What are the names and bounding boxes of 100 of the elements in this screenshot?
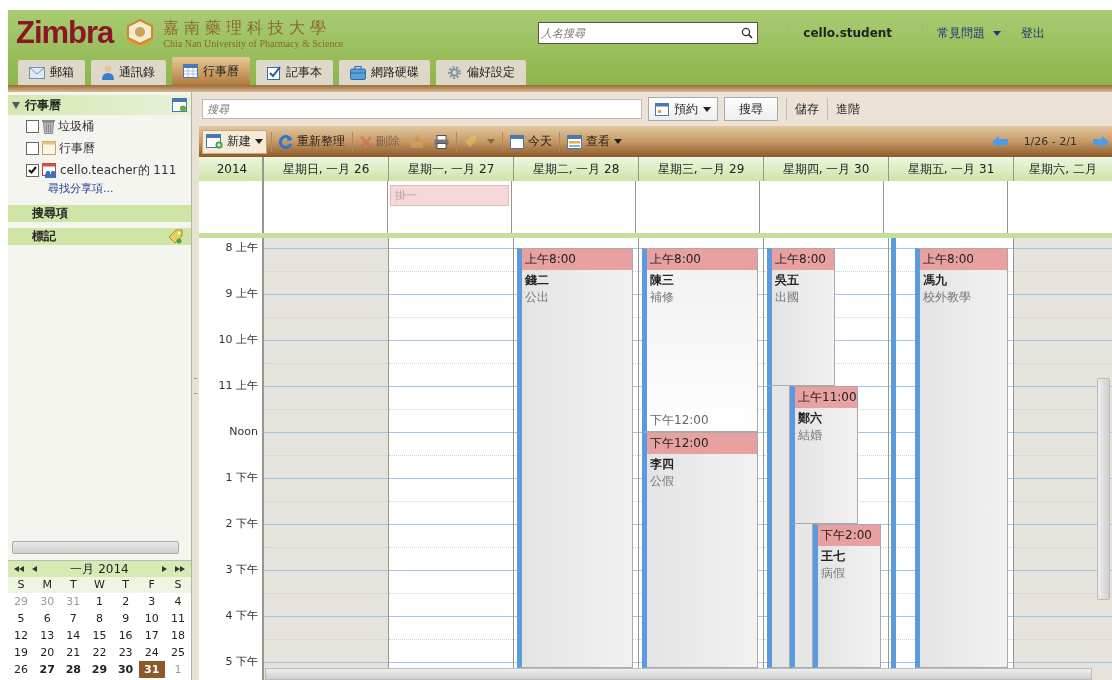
hour-label: 5 下午 xyxy=(225,654,258,670)
date-cell[interactable]: 4 xyxy=(164,593,191,610)
date-cell[interactable]: 14 xyxy=(60,627,87,644)
date-cell[interactable]: 25 xyxy=(164,644,191,661)
calendar-name[interactable]: 行事曆 xyxy=(59,139,95,157)
people-search-box[interactable]: 人名搜尋 xyxy=(538,22,759,44)
date-cell[interactable]: 27 xyxy=(34,661,61,678)
new-appointment-icon xyxy=(206,134,223,149)
date-cell[interactable]: 16 xyxy=(112,627,139,644)
app-tab[interactable]: 通訊錄 xyxy=(91,60,166,85)
printer-icon xyxy=(434,134,449,149)
app-tab[interactable]: 網路硬碟 xyxy=(339,60,430,85)
find-shares-link[interactable]: 尋找分享項... xyxy=(8,181,191,196)
hour-label: 3 下午 xyxy=(225,562,258,578)
logout-link[interactable]: 登出 xyxy=(1021,24,1046,42)
view-button[interactable]: 查看 xyxy=(564,130,625,153)
app-tab[interactable]: 行事曆 xyxy=(172,57,250,85)
app-tab[interactable]: 郵箱 xyxy=(18,60,85,85)
date-cell[interactable]: 26 xyxy=(8,661,35,678)
search-icon[interactable] xyxy=(741,27,754,39)
appointment[interactable]: 上午8:00 陳三 補修 下午12:00 xyxy=(642,248,758,432)
date-cell[interactable]: 20 xyxy=(34,644,61,661)
tag-icon[interactable] xyxy=(168,229,183,244)
date-cell[interactable]: 7 xyxy=(60,610,87,627)
expand-triangle-icon[interactable] xyxy=(12,101,20,109)
calendar-name[interactable]: cello.teacher的 111 xyxy=(60,161,177,179)
appointment[interactable]: 上午8:00 錢二 公出 xyxy=(517,248,633,668)
scrollbar[interactable] xyxy=(265,668,1092,680)
date-cell[interactable]: 17 xyxy=(138,627,165,644)
date-cell[interactable]: 18 xyxy=(164,627,191,644)
caret-icon[interactable] xyxy=(993,30,1002,36)
help-menu[interactable]: 常見問題 xyxy=(937,24,986,42)
date-cell[interactable]: 9 xyxy=(112,610,139,627)
previous-month-button[interactable] xyxy=(32,566,37,572)
date-cell[interactable]: 15 xyxy=(86,627,113,644)
appointment-location: 公出 xyxy=(524,289,550,306)
calendar-icon xyxy=(183,64,198,78)
user-name[interactable]: cello.student xyxy=(803,26,893,40)
checkbox[interactable] xyxy=(26,119,39,133)
date-cell[interactable]: 10 xyxy=(138,610,165,627)
advanced-button[interactable]: 進階 xyxy=(836,100,860,118)
checkbox[interactable] xyxy=(26,163,39,177)
app-tab[interactable]: 偏好設定 xyxy=(436,60,526,85)
appointment-continuation[interactable] xyxy=(767,386,790,668)
date-cell[interactable]: 12 xyxy=(8,627,35,644)
appointment-end-time: 下午12:00 xyxy=(649,412,710,429)
search-field[interactable]: 搜尋 xyxy=(202,99,642,119)
next-year-button[interactable] xyxy=(175,566,185,572)
date-cell[interactable]: 13 xyxy=(34,627,61,644)
checkbox[interactable] xyxy=(26,141,39,155)
hour-label: 8 上午 xyxy=(225,240,258,256)
appointment-title: 吳五 xyxy=(774,272,800,289)
people-search-field[interactable]: 人名搜尋 xyxy=(539,26,742,40)
date-cell[interactable]: 29 xyxy=(86,661,113,678)
date-cell[interactable]: 1 xyxy=(86,593,113,610)
appointment[interactable]: 上午11:00 鄭六 結婚 xyxy=(790,386,858,524)
new-calendar-icon[interactable] xyxy=(172,98,187,112)
new-button[interactable]: 新建 xyxy=(202,129,267,154)
date-cell[interactable]: 21 xyxy=(60,644,87,661)
date-cell[interactable]: 3 xyxy=(138,593,165,610)
date-cell[interactable]: 6 xyxy=(34,610,61,627)
appointment-continuation[interactable] xyxy=(790,524,813,668)
scrollbar[interactable] xyxy=(1097,378,1110,600)
calendars-header[interactable]: 行事曆 xyxy=(8,95,191,115)
date-cell[interactable]: 22 xyxy=(86,644,113,661)
date-cell[interactable]: 19 xyxy=(8,644,35,661)
appointment[interactable]: 上午8:00 馮九 校外教學 xyxy=(915,248,1008,668)
date-cell[interactable]: 2 xyxy=(112,593,139,610)
app-tab[interactable]: 記事本 xyxy=(256,60,333,85)
day-header[interactable]: 星期六, 二月 xyxy=(1014,157,1112,181)
date-cell[interactable]: 28 xyxy=(60,661,87,678)
searches-header[interactable]: 搜尋項 xyxy=(8,205,191,222)
date-range: 1/26 - 2/1 xyxy=(1023,135,1077,148)
weekday-label: W xyxy=(93,577,106,593)
appointment[interactable]: 下午12:00 李四 公假 xyxy=(642,432,758,668)
next-month-button[interactable] xyxy=(162,566,167,572)
date-cell[interactable]: 8 xyxy=(86,610,113,627)
save-button[interactable]: 儲存 xyxy=(795,100,819,118)
caret-icon xyxy=(487,139,495,144)
date-cell[interactable]: 5 xyxy=(8,610,35,627)
date-cell[interactable]: 23 xyxy=(112,644,139,661)
date-cell[interactable]: 11 xyxy=(164,610,191,627)
appointment[interactable]: 上午8:00 吳五 出國 xyxy=(767,248,835,386)
search-type-dropdown[interactable]: 預約 xyxy=(648,97,718,121)
scrollbar[interactable] xyxy=(12,541,179,554)
tags-header[interactable]: 標記 xyxy=(32,228,56,245)
appointment[interactable]: 下午2:00 王七 病假 xyxy=(813,524,881,668)
calendar-name[interactable]: 垃圾桶 xyxy=(58,117,94,135)
previous-year-button[interactable] xyxy=(14,566,24,572)
date-cell[interactable]: 30 xyxy=(112,661,139,678)
hour-label: Noon xyxy=(229,424,258,440)
date-cell[interactable]: 31 xyxy=(138,661,165,678)
today-button[interactable]: 今天 xyxy=(507,130,555,153)
date-cell[interactable]: 24 xyxy=(138,644,165,661)
appointment-location: 公假 xyxy=(649,473,675,490)
search-button[interactable]: 搜尋 xyxy=(724,97,778,121)
appointment-title: 王七 xyxy=(820,548,846,565)
appointment-time: 下午2:00 xyxy=(818,525,880,546)
delete-icon xyxy=(360,135,372,148)
refresh-button[interactable]: 重新整理 xyxy=(276,130,348,153)
